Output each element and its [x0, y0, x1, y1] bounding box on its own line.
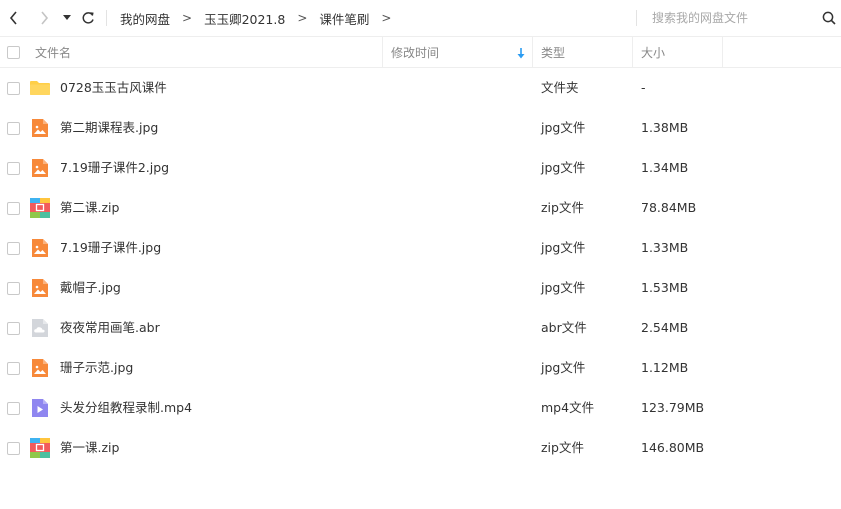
file-type: abr文件	[541, 320, 587, 335]
file-name[interactable]: 7.19珊子课件.jpg	[60, 228, 161, 268]
file-name[interactable]: 戴帽子.jpg	[60, 268, 121, 308]
file-size: 1.34MB	[641, 160, 689, 175]
file-type: jpg文件	[541, 360, 586, 375]
column-divider[interactable]	[632, 37, 633, 67]
chevron-right-icon	[41, 11, 49, 25]
search-input[interactable]	[646, 7, 826, 29]
image-file-icon	[32, 159, 48, 177]
breadcrumb-separator: >	[182, 11, 193, 25]
file-name[interactable]: 第二课.zip	[60, 188, 119, 228]
file-name[interactable]: 7.19珊子课件2.jpg	[60, 148, 169, 188]
row-checkbox[interactable]	[7, 362, 20, 375]
file-size: 1.12MB	[641, 360, 689, 375]
file-name[interactable]: 第一课.zip	[60, 428, 119, 468]
file-name[interactable]: 0728玉玉古风课件	[60, 68, 167, 108]
caret-down-icon	[63, 15, 71, 20]
file-type: jpg文件	[541, 240, 586, 255]
table-row[interactable]: 夜夜常用画笔.abr abr文件 2.54MB	[0, 308, 841, 348]
row-checkbox[interactable]	[7, 402, 20, 415]
breadcrumb: 我的网盘 > 玉玉卿2021.8 > 课件笔刷 >	[120, 9, 403, 27]
breadcrumb-separator[interactable]: >	[381, 11, 391, 25]
table-row[interactable]: 第二期课程表.jpg jpg文件 1.38MB	[0, 108, 841, 148]
table-row[interactable]: 戴帽子.jpg jpg文件 1.53MB	[0, 268, 841, 308]
image-file-icon	[32, 279, 48, 297]
file-size: 1.38MB	[641, 120, 689, 135]
refresh-icon	[82, 12, 94, 24]
zip-file-icon	[30, 438, 50, 458]
row-checkbox[interactable]	[7, 242, 20, 255]
column-header: 文件名 修改时间 类型 大小	[0, 36, 841, 68]
row-checkbox[interactable]	[7, 162, 20, 175]
table-row[interactable]: 7.19珊子课件2.jpg jpg文件 1.34MB	[0, 148, 841, 188]
table-row[interactable]: 头发分组教程录制.mp4 mp4文件 123.79MB	[0, 388, 841, 428]
table-row[interactable]: 7.19珊子课件.jpg jpg文件 1.33MB	[0, 228, 841, 268]
table-row[interactable]: 0728玉玉古风课件 文件夹 -	[0, 68, 841, 108]
file-size: 78.84MB	[641, 200, 697, 215]
toolbar: 我的网盘 > 玉玉卿2021.8 > 课件笔刷 >	[0, 0, 841, 36]
refresh-button[interactable]	[78, 8, 98, 28]
toolbar-divider	[106, 10, 107, 26]
file-name[interactable]: 夜夜常用画笔.abr	[60, 308, 160, 348]
column-header-size[interactable]: 大小	[641, 37, 665, 67]
file-size: 1.33MB	[641, 240, 689, 255]
file-type: zip文件	[541, 440, 584, 455]
image-file-icon	[32, 239, 48, 257]
column-divider[interactable]	[532, 37, 533, 67]
row-checkbox[interactable]	[7, 122, 20, 135]
breadcrumb-item-folder[interactable]: 玉玉卿2021.8	[204, 9, 285, 28]
file-size: 1.53MB	[641, 280, 689, 295]
image-file-icon	[32, 119, 48, 137]
row-checkbox[interactable]	[7, 322, 20, 335]
column-header-modified[interactable]: 修改时间	[391, 37, 439, 67]
sort-descending-icon[interactable]	[515, 46, 527, 60]
file-list: 0728玉玉古风课件 文件夹 - 第二期课程表.jpg jpg文件 1.38MB	[0, 68, 841, 468]
column-divider[interactable]	[382, 37, 383, 67]
breadcrumb-item-current[interactable]: 课件笔刷	[319, 9, 369, 28]
column-header-name[interactable]: 文件名	[35, 37, 71, 67]
file-size: -	[641, 80, 646, 95]
row-checkbox[interactable]	[7, 202, 20, 215]
history-dropdown-button[interactable]	[58, 8, 76, 28]
column-header-type[interactable]: 类型	[541, 37, 565, 67]
folder-icon	[30, 81, 50, 95]
file-type: zip文件	[541, 200, 584, 215]
search-icon	[822, 11, 836, 25]
video-file-icon	[32, 399, 48, 417]
table-row[interactable]: 第一课.zip zip文件 146.80MB	[0, 428, 841, 468]
file-size: 123.79MB	[641, 400, 705, 415]
breadcrumb-separator: >	[297, 11, 308, 25]
table-row[interactable]: 珊子示范.jpg jpg文件 1.12MB	[0, 348, 841, 388]
row-checkbox[interactable]	[7, 442, 20, 455]
file-type: mp4文件	[541, 400, 595, 415]
image-file-icon	[32, 359, 48, 377]
unknown-file-icon	[32, 319, 48, 337]
file-size: 2.54MB	[641, 320, 689, 335]
file-name[interactable]: 珊子示范.jpg	[60, 348, 133, 388]
chevron-left-icon	[9, 11, 17, 25]
row-checkbox[interactable]	[7, 282, 20, 295]
search-divider	[636, 10, 637, 26]
file-type: 文件夹	[541, 80, 579, 95]
select-all-checkbox[interactable]	[7, 46, 20, 59]
back-button[interactable]	[4, 8, 24, 28]
column-divider[interactable]	[722, 37, 723, 67]
row-checkbox[interactable]	[7, 82, 20, 95]
file-type: jpg文件	[541, 120, 586, 135]
file-type: jpg文件	[541, 160, 586, 175]
table-row[interactable]: 第二课.zip zip文件 78.84MB	[0, 188, 841, 228]
file-type: jpg文件	[541, 280, 586, 295]
file-name[interactable]: 第二期课程表.jpg	[60, 108, 158, 148]
file-manager-window: 我的网盘 > 玉玉卿2021.8 > 课件笔刷 > 文件名 修改时间 类型 大小	[0, 0, 841, 509]
search-button[interactable]	[820, 9, 838, 27]
zip-file-icon	[30, 198, 50, 218]
file-name[interactable]: 头发分组教程录制.mp4	[60, 388, 192, 428]
forward-button[interactable]	[34, 8, 54, 28]
file-size: 146.80MB	[641, 440, 705, 455]
breadcrumb-item-root[interactable]: 我的网盘	[120, 9, 170, 28]
